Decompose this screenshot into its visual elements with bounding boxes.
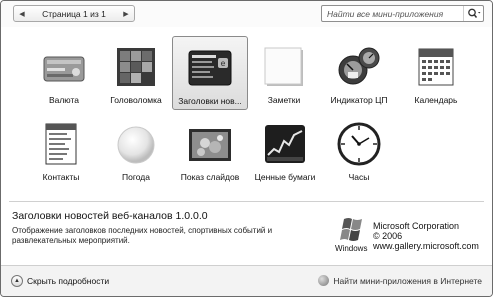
find-online-label: Найти мини-приложения в Интернете <box>333 275 482 286</box>
gadget-tile-weather[interactable]: Погода <box>98 113 174 187</box>
globe-icon <box>318 275 330 286</box>
stocks-icon <box>262 121 308 167</box>
copyright-year: © 2006 <box>373 231 403 241</box>
gadget-tile-headlines[interactable]: e Заголовки нов... <box>172 36 248 110</box>
gadget-label: Погода <box>122 172 150 182</box>
gadget-grid: Валюта Головоломка e Заголовки нов... За… <box>1 31 492 211</box>
gadget-tile-puzzle[interactable]: Головоломка <box>98 36 174 110</box>
gadget-label: Показ слайдов <box>180 172 240 182</box>
gadget-label: Заметки <box>267 95 301 105</box>
gadget-tile-cpu-meter[interactable]: Индикатор ЦП <box>321 36 397 110</box>
contacts-icon <box>38 121 84 167</box>
headlines-icon: e <box>187 45 233 91</box>
gadget-tile-contacts[interactable]: Контакты <box>23 113 99 187</box>
windows-logo-icon: Windows <box>335 216 371 254</box>
cpu-meter-icon <box>336 44 382 90</box>
search-icon[interactable] <box>463 6 483 21</box>
gadget-tile-calendar[interactable]: Календарь <box>398 36 474 110</box>
svg-text:e: e <box>221 59 226 68</box>
page-indicator: Страница 1 из 1 <box>42 8 106 19</box>
gadget-tile-slideshow[interactable]: Показ слайдов <box>172 113 248 187</box>
publisher-name: Microsoft Corporation <box>373 221 460 231</box>
gadget-title: Заголовки новостей веб-каналов 1.0.0.0 <box>12 210 208 222</box>
details-panel: Заголовки новостей веб-каналов 1.0.0.0 О… <box>1 202 492 262</box>
currency-icon <box>41 44 87 90</box>
footer-bar: ▲ Скрыть подробности Найти мини-приложен… <box>1 265 492 296</box>
gadget-label: Головоломка <box>110 95 162 105</box>
hide-details-label: Скрыть подробности <box>27 276 110 286</box>
notes-icon <box>261 44 307 90</box>
windows-wordmark: Windows <box>335 244 367 253</box>
publisher-website[interactable]: www.gallery.microsoft.com <box>373 241 479 251</box>
gadget-description: Отображение заголовков последних новосте… <box>12 226 273 245</box>
gadget-gallery-window: ◀ Страница 1 из 1 ▶ Найти все мини-прило… <box>0 0 493 297</box>
toolbar: ◀ Страница 1 из 1 ▶ Найти все мини-прило… <box>1 1 492 27</box>
puzzle-icon <box>113 44 159 90</box>
chevron-up-icon: ▲ <box>11 275 23 287</box>
hide-details-button[interactable]: ▲ Скрыть подробности <box>11 275 109 287</box>
gadget-label: Валюта <box>48 95 80 105</box>
weather-icon <box>113 121 159 167</box>
gadget-label: Заголовки нов... <box>178 96 242 106</box>
search-box[interactable]: Найти все мини-приложения <box>321 5 484 22</box>
gadget-label: Часы <box>348 172 370 182</box>
gadget-tile-currency[interactable]: Валюта <box>26 36 102 110</box>
gadget-label: Ценные бумаги <box>254 172 316 182</box>
gadget-tile-clock[interactable]: Часы <box>321 113 397 187</box>
find-gadgets-online-link[interactable]: Найти мини-приложения в Интернете <box>318 275 482 286</box>
search-input[interactable]: Найти все мини-приложения <box>327 9 463 19</box>
calendar-icon <box>413 44 459 90</box>
clock-icon <box>336 121 382 167</box>
gadget-label: Контакты <box>42 172 80 182</box>
slideshow-icon <box>187 121 233 167</box>
gadget-label: Календарь <box>414 95 458 105</box>
gadget-tile-stocks[interactable]: Ценные бумаги <box>247 113 323 187</box>
gadget-tile-notes[interactable]: Заметки <box>246 36 322 110</box>
prev-page-button[interactable]: ◀ <box>14 6 30 21</box>
publisher-info: Microsoft Corporation © 2006 www.gallery… <box>373 221 479 251</box>
next-page-button[interactable]: ▶ <box>118 6 134 21</box>
gadget-label: Индикатор ЦП <box>330 95 388 105</box>
page-navigator: ◀ Страница 1 из 1 ▶ <box>13 5 135 22</box>
